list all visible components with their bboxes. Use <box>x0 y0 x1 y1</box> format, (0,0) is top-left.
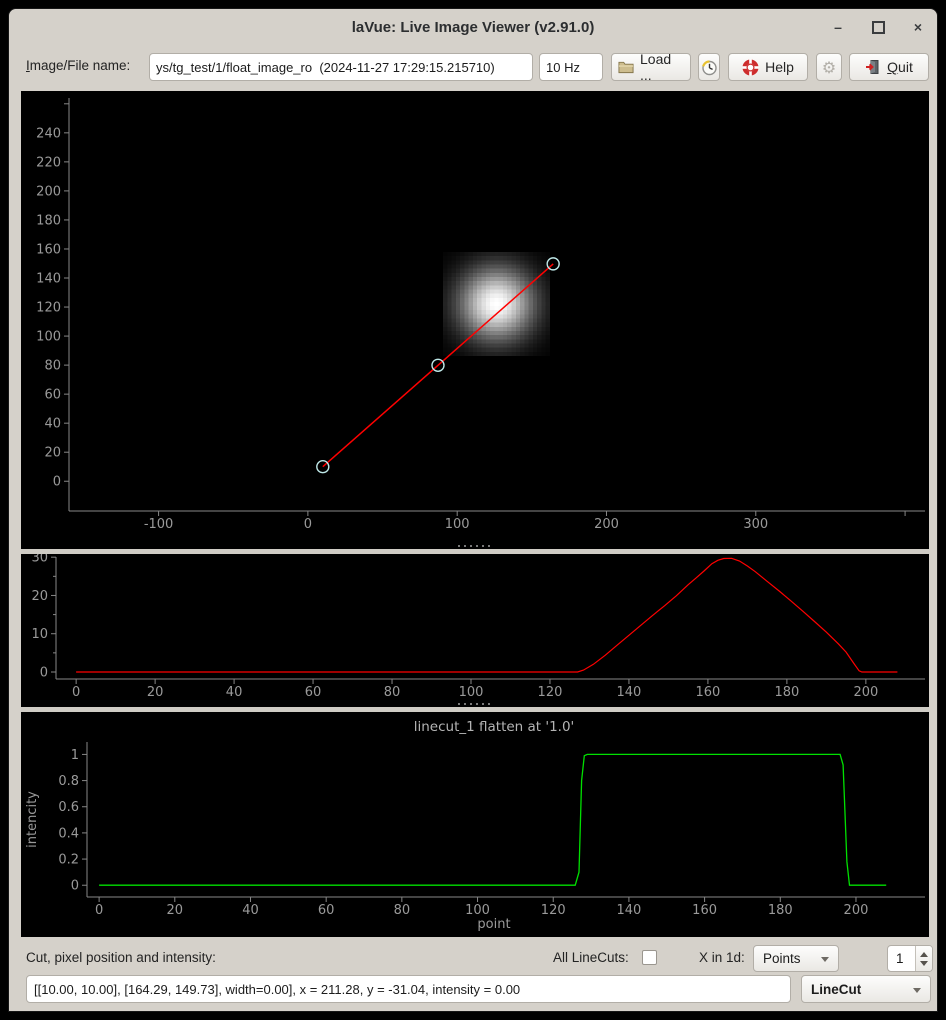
refresh-rate-field[interactable]: 10 Hz <box>539 53 603 81</box>
image-file-input[interactable] <box>149 53 533 81</box>
svg-text:10: 10 <box>31 627 48 642</box>
spin-up-icon[interactable] <box>920 952 928 957</box>
svg-text:0.6: 0.6 <box>58 800 79 815</box>
svg-text:0: 0 <box>95 903 103 918</box>
titlebar: laVue: Live Image Viewer (v2.91.0) – × <box>9 9 937 45</box>
svg-text:0: 0 <box>71 879 79 894</box>
svg-text:80: 80 <box>394 903 411 918</box>
svg-text:80: 80 <box>44 359 61 374</box>
toolbar: Image/File name: 10 Hz Load ... Help <box>9 45 937 91</box>
splitter-handle[interactable] <box>21 542 929 554</box>
load-button[interactable]: Load ... <box>611 53 691 81</box>
svg-text:-100: -100 <box>144 517 174 532</box>
svg-text:160: 160 <box>36 242 61 257</box>
svg-text:160: 160 <box>692 903 717 918</box>
minimize-button[interactable]: – <box>829 18 847 36</box>
svg-text:40: 40 <box>242 903 259 918</box>
svg-text:100: 100 <box>36 330 61 345</box>
svg-text:20: 20 <box>167 903 184 918</box>
svg-text:200: 200 <box>36 184 61 199</box>
chevron-down-icon <box>821 957 829 962</box>
svg-text:180: 180 <box>36 213 61 228</box>
svg-text:140: 140 <box>617 685 642 700</box>
svg-text:180: 180 <box>774 685 799 700</box>
svg-text:60: 60 <box>44 388 61 403</box>
svg-text:60: 60 <box>318 903 335 918</box>
quit-button[interactable]: Quit <box>849 53 929 81</box>
svg-text:0.2: 0.2 <box>58 853 79 868</box>
svg-text:220: 220 <box>36 155 61 170</box>
maximize-button[interactable] <box>869 18 887 36</box>
svg-text:20: 20 <box>44 446 61 461</box>
clock-icon <box>701 59 718 76</box>
all-linecuts-checkbox[interactable] <box>642 950 657 965</box>
x-in-1d-combobox[interactable]: Points <box>753 945 839 972</box>
app-window: laVue: Live Image Viewer (v2.91.0) – × I… <box>8 8 938 1012</box>
chevron-down-icon <box>913 988 921 993</box>
x-axis-label: point <box>477 917 510 932</box>
linecut-profile-plot[interactable]: 0 10 20 30 0 20 40 60 80 100 120 140 160 180 200 <box>21 554 929 700</box>
svg-text:100: 100 <box>445 517 470 532</box>
svg-text:140: 140 <box>616 903 641 918</box>
splitter-dots-icon <box>458 703 492 705</box>
cut-info-label: Cut, pixel position and intensity: <box>26 950 216 965</box>
svg-text:40: 40 <box>226 685 243 700</box>
linecut-profile <box>76 558 897 672</box>
help-button[interactable]: Help <box>728 53 808 81</box>
svg-text:0: 0 <box>72 685 80 700</box>
svg-text:120: 120 <box>36 301 61 316</box>
svg-text:140: 140 <box>36 272 61 287</box>
all-linecuts-label: All LineCuts: <box>553 950 629 965</box>
svg-text:200: 200 <box>853 685 878 700</box>
linecut-roi-line[interactable] <box>323 264 553 467</box>
flatten-curve <box>99 754 886 885</box>
linecut-count-spinbox[interactable]: 1 <box>887 945 933 972</box>
svg-text:160: 160 <box>695 685 720 700</box>
svg-text:0: 0 <box>40 665 48 680</box>
svg-text:100: 100 <box>459 685 484 700</box>
splitter-handle[interactable] <box>21 700 929 712</box>
svg-text:60: 60 <box>305 685 322 700</box>
exit-door-icon <box>865 59 881 75</box>
splitter-dots-icon <box>458 545 492 547</box>
lifering-icon <box>742 59 759 76</box>
svg-text:0: 0 <box>304 517 312 532</box>
svg-text:80: 80 <box>384 685 401 700</box>
linecut-handle[interactable] <box>317 461 329 473</box>
cut-position-intensity-field[interactable] <box>26 975 791 1003</box>
svg-text:180: 180 <box>768 903 793 918</box>
close-button[interactable]: × <box>909 18 927 36</box>
svg-text:200: 200 <box>844 903 869 918</box>
flatten-plot[interactable]: linecut_1 flatten at '1.0' point intencity… <box>21 712 929 937</box>
maximize-icon <box>872 21 885 34</box>
svg-text:40: 40 <box>44 417 61 432</box>
svg-text:0: 0 <box>53 475 61 490</box>
settings-button[interactable]: ⚙ <box>816 53 842 81</box>
svg-text:1: 1 <box>71 748 79 763</box>
image-file-name-label: Image/File name: <box>26 58 130 73</box>
window-title: laVue: Live Image Viewer (v2.91.0) <box>352 19 595 36</box>
svg-text:0.8: 0.8 <box>58 774 79 789</box>
folder-icon <box>618 60 634 74</box>
svg-text:100: 100 <box>465 903 490 918</box>
svg-text:20: 20 <box>31 589 48 604</box>
timer-button[interactable] <box>698 53 720 81</box>
plot-title: linecut_1 flatten at '1.0' <box>414 719 575 735</box>
window-controls: – × <box>829 9 927 45</box>
image-view-plot[interactable]: 0 20 40 60 80 100 120 140 160 180 200 220 240 -100 0 10… <box>21 91 929 542</box>
svg-text:20: 20 <box>147 685 164 700</box>
tool-combobox[interactable]: LineCut <box>801 975 931 1003</box>
x-in-1d-label: X in 1d: <box>699 950 745 965</box>
svg-text:240: 240 <box>36 126 61 141</box>
svg-text:120: 120 <box>541 903 566 918</box>
svg-text:300: 300 <box>743 517 768 532</box>
spin-down-icon[interactable] <box>920 961 928 966</box>
gear-icon: ⚙ <box>822 58 836 77</box>
svg-text:30: 30 <box>31 554 48 566</box>
svg-text:0.4: 0.4 <box>58 826 79 841</box>
svg-text:200: 200 <box>594 517 619 532</box>
y-axis-label: intencity <box>25 791 40 848</box>
svg-text:120: 120 <box>538 685 563 700</box>
